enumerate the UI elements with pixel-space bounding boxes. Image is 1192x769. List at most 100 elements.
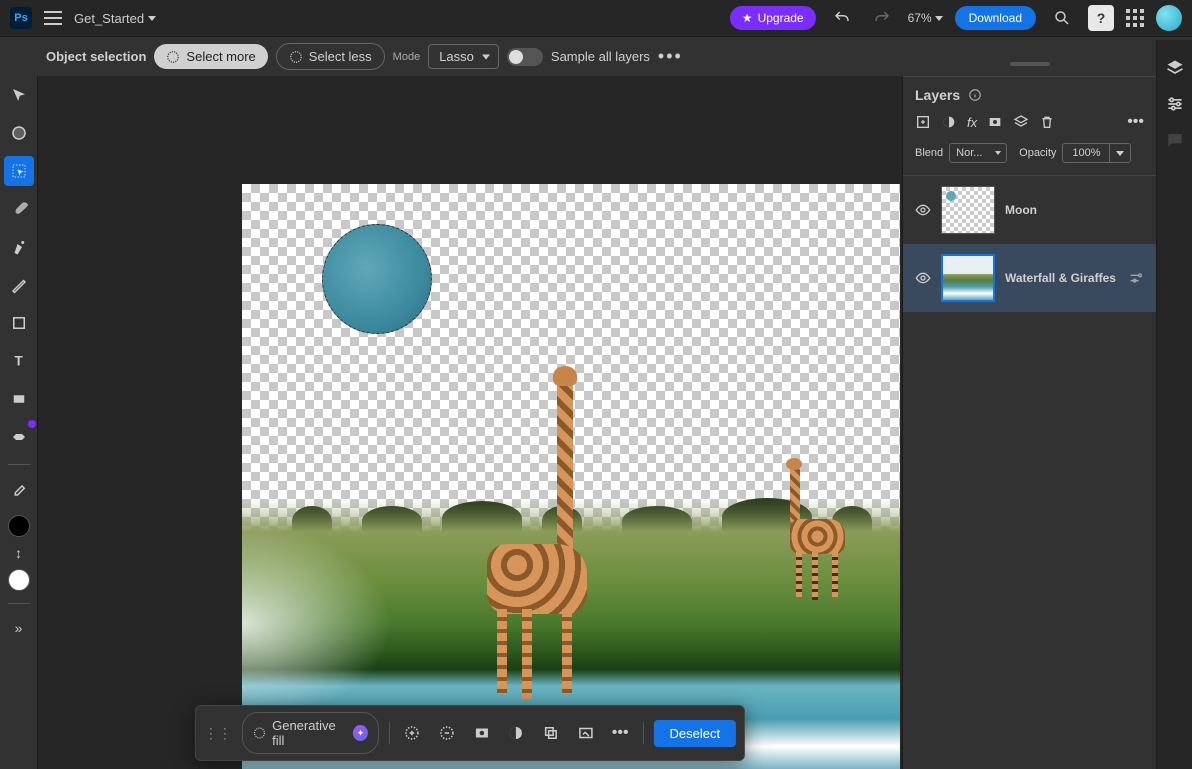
moon-selection[interactable] (322, 224, 432, 334)
chevron-down-icon (935, 16, 943, 21)
properties-rail-icon[interactable] (1163, 92, 1187, 116)
layers-panel: Layers fx ••• Blend Nor... Opacity 100% … (902, 76, 1156, 769)
layer-thumbnail[interactable] (941, 254, 995, 302)
select-more-label: Select more (186, 49, 255, 64)
canvas-area[interactable]: ⋮⋮ Generative fill ✦ ••• Deselect (38, 76, 902, 769)
blend-label: Blend (915, 147, 943, 159)
menu-icon[interactable] (44, 11, 62, 25)
marquee-tool[interactable] (4, 118, 34, 148)
search-button[interactable] (1048, 4, 1076, 32)
mode-select[interactable]: Lasso (428, 44, 499, 69)
layer-name: Waterfall & Giraffes (1005, 271, 1118, 285)
mask-icon[interactable] (469, 720, 494, 746)
apps-grid-icon[interactable] (1126, 9, 1144, 27)
opacity-dropdown[interactable] (1110, 143, 1131, 163)
foreground-color[interactable] (8, 515, 30, 537)
add-selection-icon[interactable] (400, 720, 425, 746)
layer-settings-icon[interactable] (1128, 270, 1144, 286)
select-less-label: Select less (309, 49, 372, 64)
shape-tool[interactable] (4, 308, 34, 338)
visibility-icon[interactable] (915, 202, 931, 218)
comments-rail-icon[interactable] (1163, 128, 1187, 152)
new-layer-icon[interactable] (915, 114, 931, 130)
mist (242, 524, 392, 724)
app-logo-text: Ps (14, 12, 27, 24)
zoom-value: 67% (908, 11, 932, 25)
upgrade-label: Upgrade (758, 11, 804, 25)
paint-tool[interactable] (4, 270, 34, 300)
drag-handle-icon[interactable]: ⋮⋮ (204, 725, 232, 742)
giraffe-1 (467, 374, 597, 704)
move-tool[interactable] (4, 80, 34, 110)
panel-menu-icon[interactable]: ••• (1127, 113, 1144, 131)
swap-colors[interactable]: ↕ (15, 545, 22, 561)
mode-label: Mode (393, 51, 421, 63)
eyedropper-tool[interactable] (4, 477, 34, 507)
deselect-button[interactable]: Deselect (653, 720, 736, 747)
zoom-control[interactable]: 67% (908, 11, 943, 25)
undo-button[interactable] (828, 4, 856, 32)
layer-thumbnail[interactable] (941, 186, 995, 234)
upgrade-button[interactable]: ★ Upgrade (730, 6, 816, 30)
layers-panel-title: Layers (915, 87, 960, 103)
redo-button[interactable] (868, 4, 896, 32)
layers-stack-icon[interactable] (1013, 114, 1029, 130)
opacity-input[interactable]: 100% (1062, 143, 1110, 163)
sample-all-layers-toggle[interactable] (507, 48, 543, 66)
generative-fill-button[interactable]: Generative fill ✦ (242, 712, 379, 754)
layers-rail-icon[interactable] (1163, 56, 1187, 80)
giraffe-2 (782, 464, 862, 604)
delete-layer-icon[interactable] (1039, 114, 1055, 130)
fx-icon[interactable]: fx (967, 115, 977, 130)
visibility-icon[interactable] (915, 270, 931, 286)
left-toolbar: T ↕ » (0, 76, 38, 769)
download-label: Download (969, 11, 1022, 25)
layer-name: Moon (1005, 203, 1144, 217)
expand-tools-button[interactable]: » (15, 620, 23, 636)
download-button[interactable]: Download (955, 6, 1036, 30)
app-logo[interactable]: Ps (10, 7, 32, 29)
document-title[interactable]: Get_Started (74, 11, 156, 26)
blend-mode-select[interactable]: Nor... (949, 143, 1007, 163)
help-label: ? (1097, 10, 1106, 26)
user-avatar[interactable] (1156, 5, 1182, 31)
canvas[interactable] (242, 184, 900, 769)
chevron-down-icon (148, 16, 156, 21)
ai-badge-icon: ✦ (353, 725, 368, 741)
place-icon[interactable] (573, 720, 598, 746)
star-icon: ★ (742, 11, 753, 25)
background-color[interactable] (8, 569, 30, 591)
right-rail (1156, 40, 1192, 769)
adjustment-layer-icon[interactable] (941, 114, 957, 130)
text-tool[interactable]: T (4, 346, 34, 376)
tool-name-label: Object selection (46, 49, 146, 64)
document-title-text: Get_Started (74, 11, 144, 26)
layer-waterfall-giraffes[interactable]: Waterfall & Giraffes (903, 244, 1156, 312)
info-icon[interactable] (968, 88, 982, 102)
top-bar: Ps Get_Started ★ Upgrade 67% Download ? (0, 0, 1192, 36)
opacity-label: Opacity (1019, 147, 1056, 159)
help-button[interactable]: ? (1088, 5, 1114, 31)
brush-tool[interactable] (4, 194, 34, 224)
layer-moon[interactable]: Moon (903, 176, 1156, 244)
more-actions-icon[interactable]: ••• (608, 720, 633, 746)
mode-value: Lasso (439, 49, 474, 64)
panel-grip[interactable] (1010, 62, 1050, 66)
adjustment-icon[interactable] (504, 720, 529, 746)
sample-all-label: Sample all layers (551, 49, 650, 64)
blend-value: Nor... (956, 147, 982, 159)
transform-icon[interactable] (539, 720, 564, 746)
options-bar: Object selection Select more Select less… (0, 36, 1192, 76)
ai-tool[interactable] (4, 422, 34, 452)
clone-tool[interactable] (4, 232, 34, 262)
opacity-value: 100% (1072, 147, 1100, 159)
more-options-button[interactable]: ••• (658, 46, 683, 67)
crop-tool[interactable] (4, 384, 34, 414)
object-selection-tool[interactable] (4, 156, 34, 186)
chevron-down-icon (1116, 151, 1124, 156)
contextual-task-bar: ⋮⋮ Generative fill ✦ ••• Deselect (195, 705, 745, 761)
select-more-button[interactable]: Select more (154, 44, 267, 69)
select-less-button[interactable]: Select less (276, 43, 385, 70)
subtract-selection-icon[interactable] (435, 720, 460, 746)
add-mask-icon[interactable] (987, 114, 1003, 130)
